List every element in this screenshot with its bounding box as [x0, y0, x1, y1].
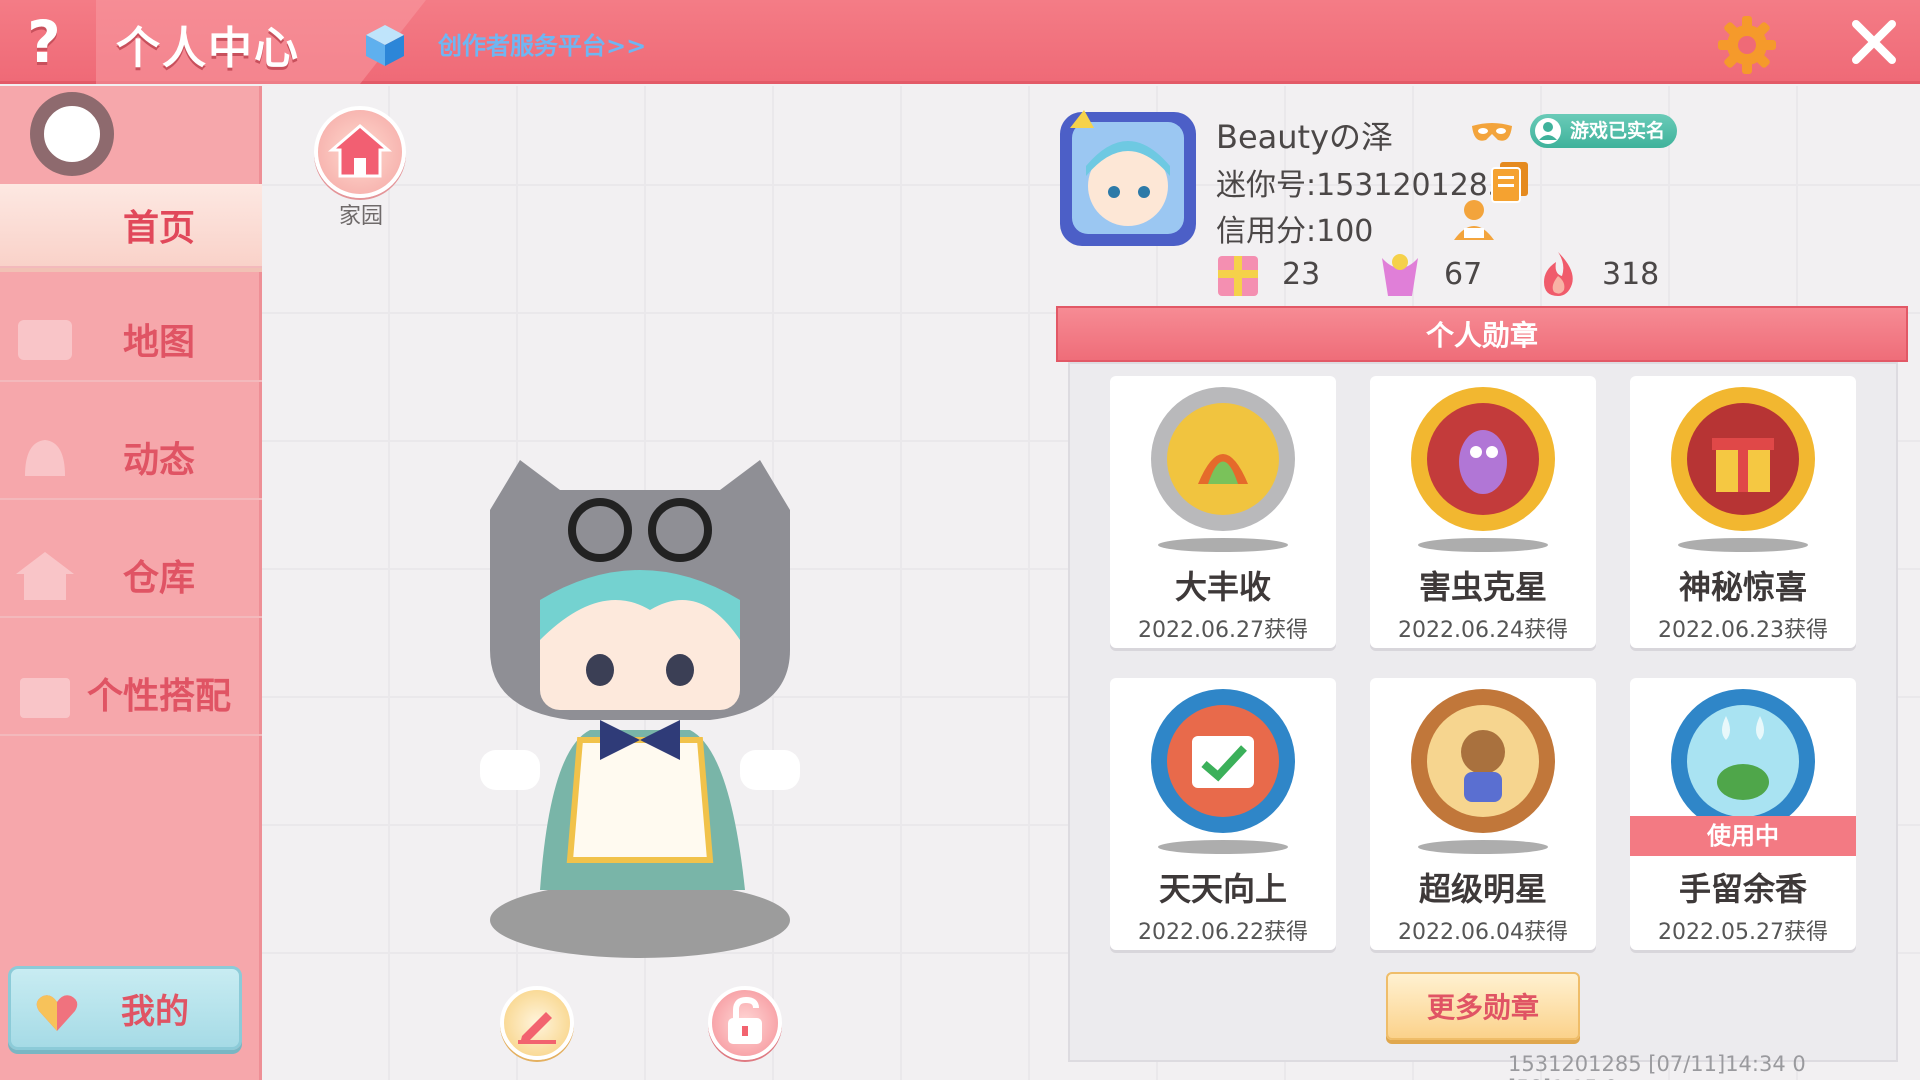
sidebar-item-label: 地图 — [122, 322, 195, 363]
medal-card[interactable]: 神秘惊喜 2022.06.23获得 — [1630, 376, 1856, 648]
verified-badge-text: 游戏已实名 — [1570, 120, 1666, 142]
more-medals-button[interactable]: 更多勋章 — [1386, 972, 1580, 1040]
friend-icon[interactable] — [1450, 198, 1496, 242]
help-button[interactable]: ? — [14, 8, 74, 76]
calendar-medal-icon — [1151, 689, 1295, 833]
medal-date: 2022.06.23获得 — [1658, 618, 1828, 643]
home-button[interactable] — [314, 106, 406, 198]
page-title: 个人中心 — [116, 23, 300, 74]
my-button[interactable]: 我的 — [8, 966, 242, 1050]
medal-name: 超级明星 — [1418, 870, 1547, 908]
sidebar-item-warehouse[interactable]: 仓库 — [0, 534, 262, 618]
harvest-medal-icon — [1151, 387, 1295, 531]
top-bar: ? 个人中心 创作者服务平台>> — [0, 0, 1920, 84]
house-icon — [16, 552, 74, 600]
medal-name: 天天向上 — [1158, 870, 1287, 908]
edit-button[interactable] — [500, 986, 574, 1060]
creator-platform-link[interactable]: 创作者服务平台>> — [438, 26, 646, 61]
sidebar-item-label: 动态 — [122, 440, 195, 481]
map-icon — [18, 320, 72, 360]
fire-count: 318 — [1602, 256, 1660, 292]
medal-section-title: 个人勋章 — [1425, 319, 1538, 352]
medal-shadow — [1418, 840, 1548, 854]
fire-icon — [1544, 252, 1573, 296]
gift-count: 23 — [1282, 256, 1321, 292]
medal-shadow — [1158, 840, 1288, 854]
sidebar-item-label: 首页 — [122, 208, 195, 249]
medal-shadow — [1678, 538, 1808, 552]
likes-stat: 67 — [1378, 250, 1482, 298]
sidebar-item-home[interactable]: 首页 — [0, 184, 262, 268]
pest-medal-icon — [1411, 387, 1555, 531]
character-avatar[interactable] — [460, 450, 820, 980]
close-icon[interactable] — [1846, 14, 1902, 70]
medal-card[interactable]: 大丰收 2022.06.27获得 — [1110, 376, 1336, 648]
pencil-icon — [518, 1012, 556, 1044]
raindrop-medal-icon — [1671, 689, 1815, 833]
unlock-button[interactable] — [708, 986, 782, 1060]
username: Beautyの泽 — [1216, 118, 1394, 156]
gear-icon[interactable] — [1716, 14, 1778, 76]
wardrobe-icon — [20, 678, 70, 718]
medal-card[interactable]: 使用中 手留余香 2022.05.27获得 — [1630, 678, 1856, 950]
medal-date: 2022.06.24获得 — [1398, 618, 1568, 643]
medal-name: 大丰收 — [1174, 568, 1271, 606]
medal-date: 2022.06.04获得 — [1398, 920, 1568, 945]
medal-card[interactable]: 天天向上 2022.06.22获得 — [1110, 678, 1336, 950]
mask-icon[interactable] — [1470, 120, 1514, 148]
version-info: 1531201285 [07/11]14:34 0 [58]1.15.0 — [1508, 1052, 1806, 1080]
my-button-label: 我的 — [121, 991, 189, 1032]
sidebar-item-label: 仓库 — [122, 558, 195, 599]
heart-icon — [36, 995, 78, 1031]
medal-name: 神秘惊喜 — [1678, 568, 1807, 606]
cheer-icon — [1382, 254, 1418, 296]
medal-date: 2022.05.27获得 — [1658, 920, 1828, 945]
unlock-icon — [728, 996, 762, 1044]
credit-score: 信用分:100 — [1216, 214, 1374, 249]
cube-icon — [366, 25, 404, 66]
profile-avatar[interactable] — [1054, 106, 1202, 252]
gift-box-icon — [1218, 256, 1258, 296]
medal-date: 2022.06.22获得 — [1138, 920, 1308, 945]
verified-user-icon — [1535, 118, 1561, 144]
sidebar-item-outfit[interactable]: 个性搭配 — [0, 652, 262, 736]
gift-stat: 23 — [1216, 250, 1320, 298]
in-use-label: 使用中 — [1630, 816, 1856, 856]
medal-card[interactable]: 害虫克星 2022.06.24获得 — [1370, 376, 1596, 648]
fire-stat: 318 — [1536, 250, 1659, 298]
star-medal-icon — [1411, 689, 1555, 833]
medal-shadow — [1418, 538, 1548, 552]
avatar[interactable] — [30, 92, 114, 176]
medal-name: 害虫克星 — [1418, 568, 1547, 606]
home-label: 家园 — [338, 204, 383, 229]
sidebar-item-map[interactable]: 地图 — [0, 298, 262, 382]
sidebar-item-feed[interactable]: 动态 — [0, 416, 262, 500]
more-medals-label: 更多勋章 — [1426, 991, 1539, 1024]
copy-icon[interactable] — [1490, 160, 1530, 204]
medal-name: 手留余香 — [1678, 870, 1807, 908]
bell-icon — [25, 440, 65, 476]
medal-date: 2022.06.27获得 — [1138, 618, 1308, 643]
sidebar: 首页 地图 动态 仓库 个性搭配 我的 — [0, 86, 262, 1080]
verified-badge: 游戏已实名 — [1530, 114, 1678, 148]
sidebar-item-label: 个性搭配 — [86, 676, 231, 717]
likes-count: 67 — [1444, 256, 1483, 292]
medal-shadow — [1158, 538, 1288, 552]
medal-card[interactable]: 超级明星 2022.06.04获得 — [1370, 678, 1596, 950]
house-icon — [327, 124, 393, 178]
medal-section-header: 个人勋章 — [1056, 306, 1908, 362]
gift-medal-icon — [1671, 387, 1815, 531]
